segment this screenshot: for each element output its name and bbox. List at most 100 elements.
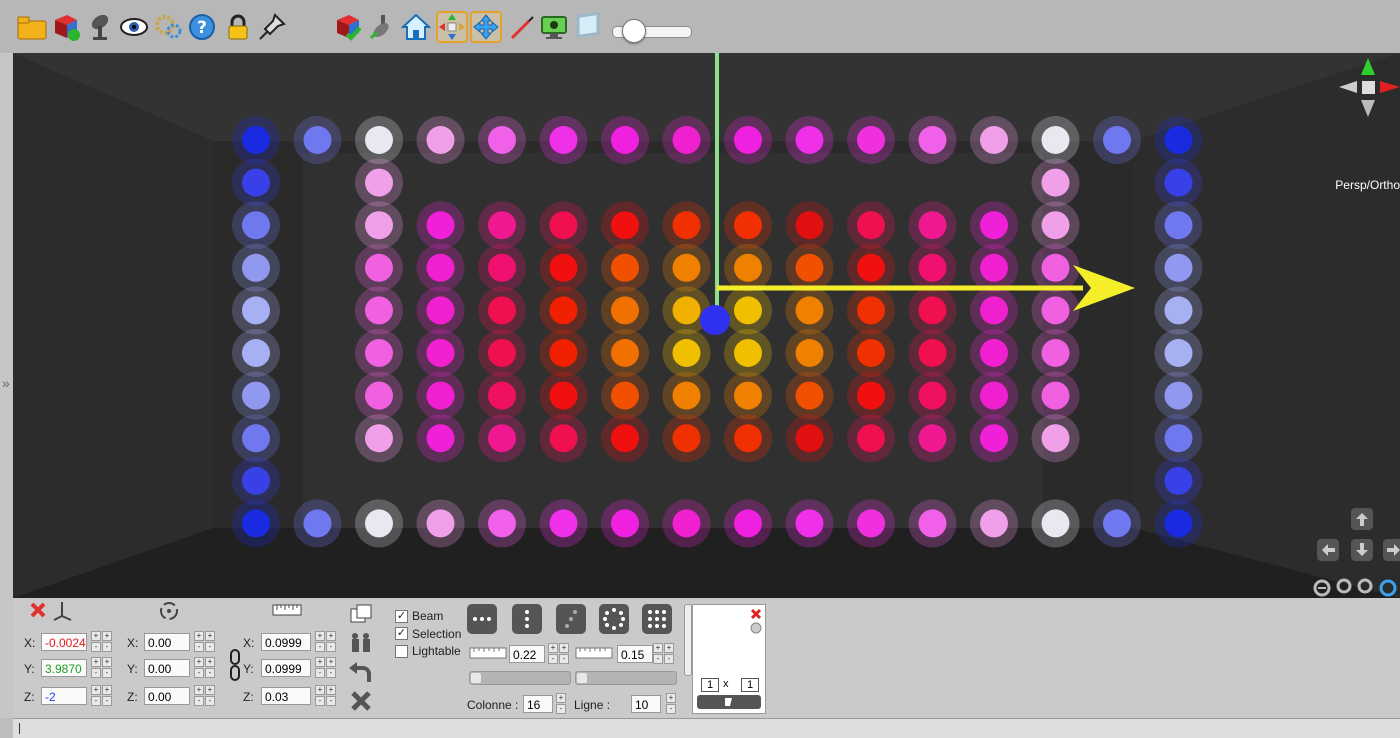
light-fixture[interactable] <box>242 509 270 538</box>
selection-checkbox[interactable]: ✓ <box>395 627 408 640</box>
light-fixture[interactable] <box>918 253 947 282</box>
spotlight-icon[interactable] <box>84 11 116 43</box>
light-fixture[interactable] <box>365 509 393 538</box>
light-fixture[interactable] <box>549 424 578 453</box>
light-fixture[interactable] <box>918 296 947 325</box>
light-fixture[interactable] <box>918 509 947 538</box>
light-fixture[interactable] <box>734 253 762 282</box>
light-fixture[interactable] <box>980 424 1008 453</box>
align-icon[interactable] <box>349 632 375 654</box>
rot-z-field[interactable]: 0.00 <box>144 687 190 705</box>
settings-gear-icon[interactable] <box>152 11 184 43</box>
view-mode-label[interactable]: Persp/Ortho <box>1335 178 1400 192</box>
light-fixture[interactable] <box>1041 296 1070 325</box>
light-fixture[interactable] <box>795 424 824 453</box>
light-fixture[interactable] <box>549 211 578 240</box>
light-fixture[interactable] <box>980 253 1008 282</box>
light-fixture[interactable] <box>980 126 1008 154</box>
reset-icon[interactable] <box>28 600 48 620</box>
light-fixture[interactable] <box>795 339 824 367</box>
light-fixture[interactable] <box>918 126 947 154</box>
rot-x-field[interactable]: 0.00 <box>144 633 190 651</box>
light-fixture[interactable] <box>426 381 455 410</box>
light-fixture[interactable] <box>611 339 639 367</box>
link-scale-icon[interactable] <box>228 630 242 700</box>
wand-icon[interactable] <box>506 11 538 43</box>
light-fixture[interactable] <box>488 126 516 154</box>
light-fixture[interactable] <box>303 126 332 154</box>
light-fixture[interactable] <box>857 424 885 453</box>
layout-grid-button[interactable] <box>642 604 672 634</box>
gizmo-center[interactable] <box>700 305 730 335</box>
layout-diagonal-button[interactable] <box>556 604 586 634</box>
light-fixture[interactable] <box>426 339 455 367</box>
light-fixture[interactable] <box>242 424 270 453</box>
light-fixture[interactable] <box>672 509 701 538</box>
light-fixture[interactable] <box>980 381 1008 410</box>
light-fixture[interactable] <box>1164 466 1193 495</box>
pos-x-field[interactable]: -0.0024 <box>41 633 87 651</box>
scale-x-spinner[interactable]: + + - - <box>315 631 337 653</box>
light-fixture[interactable] <box>1164 296 1193 325</box>
folder-icon[interactable] <box>16 11 48 43</box>
light-fixture[interactable] <box>672 211 701 240</box>
light-fixture[interactable] <box>549 339 578 367</box>
close-preview-icon[interactable] <box>750 608 762 634</box>
pos-y-field[interactable]: 3.9870 <box>41 659 87 677</box>
scale-y-field[interactable]: 0.0999 <box>261 659 311 677</box>
light-fixture[interactable] <box>611 296 639 325</box>
light-fixture[interactable] <box>672 253 701 282</box>
h-spacing-spinner[interactable]: + + - - <box>548 643 570 665</box>
colonne-spinner[interactable]: + - <box>556 693 567 715</box>
light-fixture[interactable] <box>734 509 762 538</box>
light-fixture[interactable] <box>242 253 270 282</box>
rot-y-field[interactable]: 0.00 <box>144 659 190 677</box>
light-fixture[interactable] <box>365 211 393 240</box>
pos-y-spinner[interactable]: + + - - <box>91 657 113 679</box>
pos-z-field[interactable]: -2 <box>41 687 87 705</box>
delete-icon[interactable] <box>349 690 373 712</box>
pin-icon[interactable] <box>256 11 288 43</box>
light-fixture[interactable] <box>857 509 885 538</box>
light-fixture[interactable] <box>1041 211 1070 240</box>
scale-y-spinner[interactable]: + + - - <box>315 657 337 679</box>
move-all-icon[interactable] <box>436 11 468 43</box>
pan-tilt-icon[interactable] <box>366 11 398 43</box>
v-spacing-slider[interactable] <box>575 671 677 685</box>
light-fixture[interactable] <box>1164 381 1193 410</box>
light-fixture[interactable] <box>1041 509 1070 538</box>
light-fixture[interactable] <box>734 296 762 325</box>
light-fixture[interactable] <box>549 381 578 410</box>
light-fixture[interactable] <box>795 509 824 538</box>
lock-icon[interactable] <box>222 11 254 43</box>
light-fixture[interactable] <box>365 126 393 154</box>
light-fixture[interactable] <box>365 424 393 453</box>
colonne-field[interactable]: 16 <box>523 695 553 713</box>
light-fixture[interactable] <box>242 466 270 495</box>
layout-circle-button[interactable] <box>599 604 629 634</box>
light-fixture[interactable] <box>426 253 455 282</box>
paint-bucket-button[interactable] <box>697 695 761 709</box>
light-fixture[interactable] <box>980 211 1008 240</box>
light-fixture[interactable] <box>611 381 639 410</box>
beam-checkbox[interactable]: ✓ <box>395 610 408 623</box>
light-fixture[interactable] <box>488 296 516 325</box>
light-fixture[interactable] <box>795 253 824 282</box>
rot-x-spinner[interactable]: + + - - <box>194 631 216 653</box>
light-fixture[interactable] <box>918 339 947 367</box>
rot-y-spinner[interactable]: + + - - <box>194 657 216 679</box>
light-fixture[interactable] <box>611 509 639 538</box>
preview-height[interactable]: 1 <box>741 678 759 692</box>
home-icon[interactable] <box>400 11 432 43</box>
light-fixture[interactable] <box>672 339 701 367</box>
light-fixture[interactable] <box>1103 126 1131 154</box>
light-fixture[interactable] <box>426 126 455 154</box>
preview-scrollbar[interactable] <box>684 604 692 676</box>
v-spacing-field[interactable]: 0.15 <box>617 645 653 663</box>
scale-z-spinner[interactable]: + + - - <box>315 685 337 707</box>
light-fixture[interactable] <box>672 126 701 154</box>
light-fixture[interactable] <box>672 381 701 410</box>
scale-z-field[interactable]: 0.03 <box>261 687 311 705</box>
light-fixture[interactable] <box>549 253 578 282</box>
light-fixture[interactable] <box>365 381 393 410</box>
